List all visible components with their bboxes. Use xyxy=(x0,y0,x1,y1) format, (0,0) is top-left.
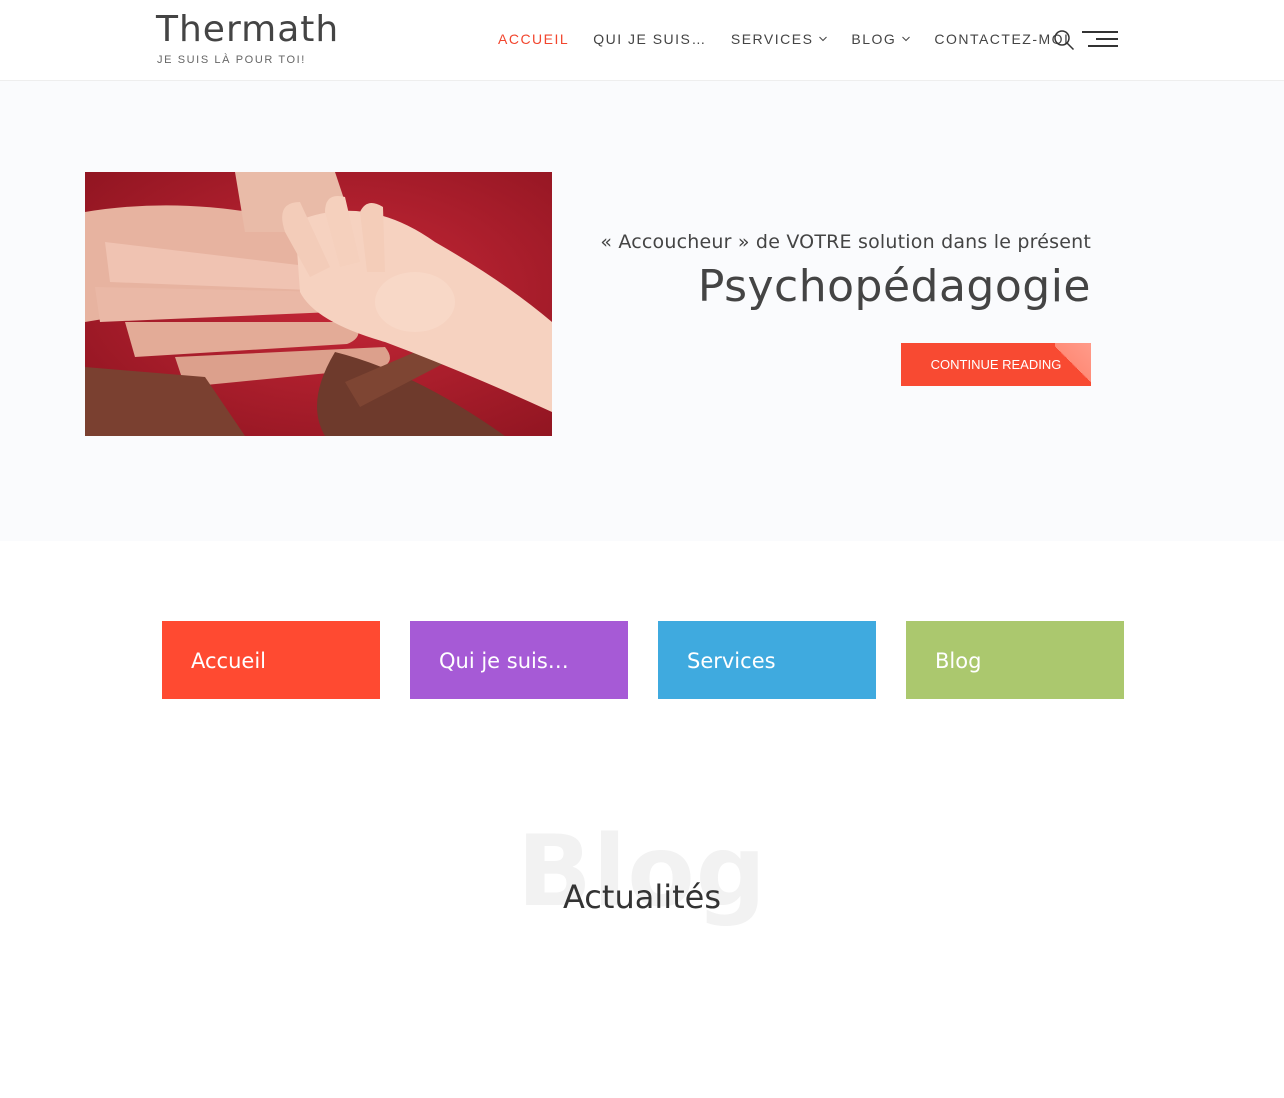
chevron-down-icon xyxy=(902,34,911,44)
hero-slider: « Accoucheur » de VOTRE solution dans le… xyxy=(0,81,1284,541)
featured-pages: Accueil Qui je suis… Services Blog xyxy=(162,621,1124,699)
blog-section: Blog Actualités xyxy=(0,815,1284,970)
feature-box-services[interactable]: Services xyxy=(658,621,876,699)
nav-item-label: BLOG xyxy=(851,31,897,47)
hero-caption: « Accoucheur » de VOTRE solution dans le… xyxy=(600,231,1091,312)
nav-item-label: CONTACTEZ-MOI xyxy=(934,31,1070,47)
nav-item-blog[interactable]: BLOG xyxy=(851,31,911,47)
nav-item-label: QUI JE SUIS… xyxy=(593,31,707,47)
continue-reading-label: CONTINUE READING xyxy=(930,357,1062,372)
chevron-down-icon xyxy=(819,34,828,44)
nav-item-label: SERVICES xyxy=(730,31,814,47)
feature-box-accueil[interactable]: Accueil xyxy=(162,621,380,699)
main-navigation: ACCUEIL QUI JE SUIS… SERVICES BLOG CONTA… xyxy=(498,31,1093,47)
feature-box-blog[interactable]: Blog xyxy=(906,621,1124,699)
blog-section-title: Actualités xyxy=(562,878,722,916)
hero-subtitle: « Accoucheur » de VOTRE solution dans le… xyxy=(600,231,1091,253)
search-icon[interactable] xyxy=(1053,29,1075,51)
hero-image-hands xyxy=(85,172,552,436)
feature-box-qui-je-suis[interactable]: Qui je suis… xyxy=(410,621,628,699)
feature-label: Services xyxy=(687,649,776,673)
hero-title[interactable]: Psychopédagogie xyxy=(600,261,1091,312)
site-tagline: JE SUIS LÀ POUR TOI! xyxy=(157,54,306,66)
feature-label: Blog xyxy=(935,649,982,673)
site-branding: Thermath JE SUIS LÀ POUR TOI! xyxy=(156,8,339,66)
site-title[interactable]: Thermath xyxy=(156,8,339,52)
hamburger-menu-icon[interactable] xyxy=(1082,31,1118,49)
site-header: Thermath JE SUIS LÀ POUR TOI! ACCUEIL QU… xyxy=(0,0,1284,81)
nav-item-accueil[interactable]: ACCUEIL xyxy=(498,31,569,47)
nav-item-label: ACCUEIL xyxy=(498,31,570,47)
nav-item-qui-je-suis[interactable]: QUI JE SUIS… xyxy=(593,31,707,47)
feature-label: Qui je suis… xyxy=(439,649,569,673)
continue-reading-button[interactable]: CONTINUE READING xyxy=(901,343,1091,386)
nav-item-services[interactable]: SERVICES xyxy=(731,31,828,47)
feature-label: Accueil xyxy=(191,649,266,673)
nav-item-contactez-moi[interactable]: CONTACTEZ-MOI xyxy=(934,31,1069,47)
